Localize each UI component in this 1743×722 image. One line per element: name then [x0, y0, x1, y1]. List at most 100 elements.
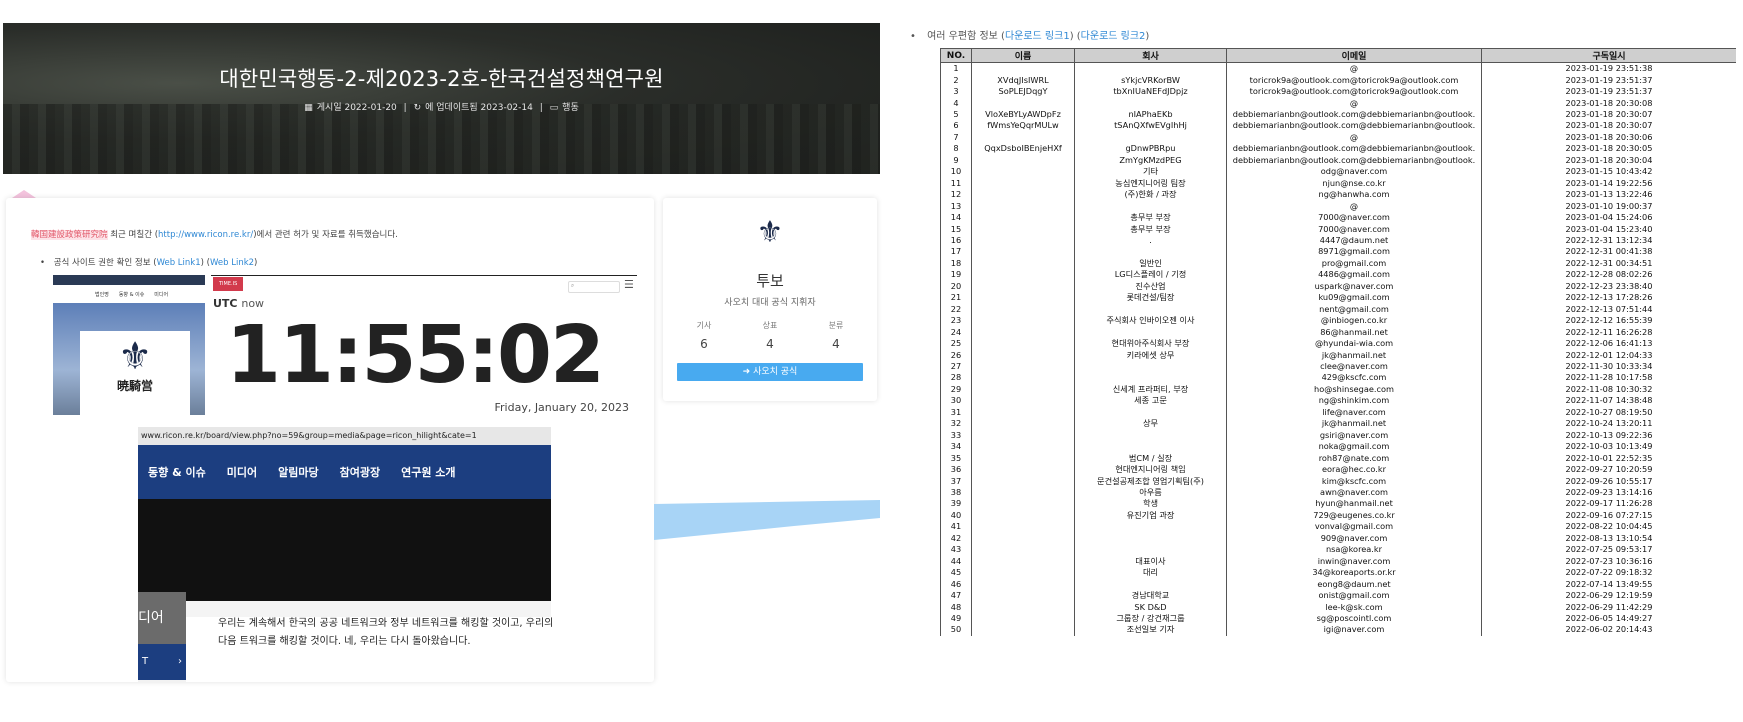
evidence-collage: 법인명 동향 & 이슈 미디어 RICON ⚜ 暁騎営 TIME.IS ⌕ ☰ …: [53, 275, 637, 682]
table-cell: [971, 349, 1075, 361]
table-cell: @: [1226, 131, 1482, 144]
author-avatar: ⚜: [756, 215, 784, 250]
table-cell: [971, 200, 1075, 212]
table-cell: ng@hanwha.com: [1226, 188, 1482, 201]
table-cell: 20: [940, 280, 972, 293]
table-cell: 40: [940, 509, 972, 522]
table-cell: 현대위아주식회사 부장: [1074, 337, 1227, 350]
author-name: 투보: [756, 272, 784, 290]
table-cell: 86@hanmail.net: [1226, 326, 1482, 338]
table-cell: njun@nse.co.kr: [1226, 177, 1482, 189]
table-row: 20 진수산업 uspark@naver.com 2022-12-23 23:38:4…: [940, 280, 1736, 293]
table-cell: ku09@gmail.com: [1226, 292, 1482, 304]
post-title: 대한민국행동-2-제2023-2호-한국건설정책연구원: [219, 67, 664, 91]
table-cell: 2022-11-30 10:33:34: [1481, 360, 1736, 373]
table-row: 9 ZmYgKMzdPEG debbiemarianbn@outlook.com@d…: [940, 154, 1736, 167]
table-cell: [1074, 406, 1227, 419]
table-cell: eong8@daum.net: [1226, 578, 1482, 590]
table-cell: 22: [940, 303, 972, 315]
table-cell: 6: [940, 120, 972, 132]
column-header: 이름: [971, 48, 1075, 63]
table-cell: 16: [940, 234, 972, 247]
table-cell: 17: [940, 246, 972, 258]
table-cell: 2022-08-13 13:10:54: [1481, 532, 1736, 545]
table-cell: 47: [940, 589, 972, 602]
ricon-board-screenshot: www.ricon.re.kr/board/view.php?no=59&gro…: [138, 427, 551, 617]
table-cell: inwin@naver.com: [1226, 555, 1482, 567]
table-cell: 유진기업 과장: [1074, 509, 1227, 522]
table-cell: 일반인: [1074, 257, 1227, 270]
table-cell: 27: [940, 360, 972, 373]
table-cell: nsa@korea.kr: [1226, 544, 1482, 556]
table-cell: [971, 337, 1075, 350]
table-row: 35 범CM / 실장 roh87@nate.com 2022-10-01 22:52…: [940, 452, 1736, 464]
table-cell: 2022-10-13 09:22:36: [1481, 429, 1736, 441]
table-cell: 2022-11-08 10:30:32: [1481, 383, 1736, 396]
table-cell: sg@poscointl.com: [1226, 612, 1482, 625]
table-cell: 29: [940, 383, 972, 396]
table-cell: 2023-01-04 15:23:40: [1481, 223, 1736, 235]
table-cell: [971, 292, 1075, 304]
table-cell: toricrok9a@outlook.com@toricrok9a@outloo…: [1226, 85, 1482, 98]
post-updated: 에 업데이트됨 2023-02-14: [425, 103, 533, 113]
ricon-link[interactable]: http://www.ricon.re.kr/: [158, 230, 253, 240]
web-link-1[interactable]: Web Link1: [157, 258, 201, 268]
table-cell: .: [1074, 234, 1227, 247]
menu-icon: ☰: [624, 278, 634, 291]
table-row: 27 clee@naver.com 2022-11-30 10:33:34: [940, 360, 1736, 373]
table-row: 11 농심엔지니어링 팀장 njun@nse.co.kr 2023-01-14 19:…: [940, 177, 1736, 189]
table-cell: 경남대학교: [1074, 589, 1227, 602]
table-cell: debbiemarianbn@outlook.com@debbiemarianb…: [1226, 143, 1482, 155]
table-header-row: NO. 이름 회사 이메일 구독일시: [940, 48, 1736, 63]
chevron-right-icon: ›: [178, 656, 182, 667]
official-button[interactable]: ➜ 사오치 공식: [677, 363, 863, 381]
table-cell: 2022-06-29 12:19:59: [1481, 589, 1736, 602]
table-cell: [1074, 303, 1227, 315]
table-cell: LG디스플레이 / 기정: [1074, 269, 1227, 281]
table-cell: @: [1226, 62, 1482, 75]
table-cell: [1074, 521, 1227, 533]
table-cell: 8971@gmail.com: [1226, 246, 1482, 258]
web-link-2[interactable]: Web Link2: [210, 258, 254, 268]
column-header: 이메일: [1226, 48, 1482, 63]
table-cell: 2023-01-18 20:30:06: [1481, 131, 1736, 144]
download-link-1[interactable]: 다운로드 링크1: [1005, 31, 1070, 42]
defacement-message: 우리는 계속해서 한국의 공공 네트워크와 정부 네트워크를 해킹할 것이고, …: [218, 618, 554, 647]
column-header: 회사: [1074, 48, 1227, 63]
forest-background: [3, 104, 880, 174]
table-cell: 44: [940, 555, 972, 567]
ricon-side-menu: 디어 T› › ›: [138, 592, 186, 682]
table-cell: 26: [940, 349, 972, 361]
table-cell: @hyundai-wia.com: [1226, 337, 1482, 350]
table-cell: 2022-08-22 10:04:45: [1481, 521, 1736, 533]
table-cell: [971, 440, 1075, 453]
table-cell: odg@naver.com: [1226, 166, 1482, 178]
table-cell: gsiri@naver.com: [1226, 429, 1482, 441]
table-cell: 35: [940, 452, 972, 464]
table-cell: 13: [940, 200, 972, 212]
table-cell: 2022-10-03 10:13:49: [1481, 440, 1736, 453]
table-cell: SoPLEJDqgY: [971, 85, 1075, 98]
post-category[interactable]: 행동: [562, 103, 579, 113]
table-cell: 9: [940, 154, 972, 167]
table-cell: [1074, 578, 1227, 590]
table-row: 10 기타 odg@naver.com 2023-01-15 10:43:42: [940, 166, 1736, 178]
column-header: NO.: [940, 48, 972, 63]
table-cell: 14: [940, 211, 972, 224]
table-cell: 909@naver.com: [1226, 532, 1482, 545]
table-cell: 세종 고문: [1074, 395, 1227, 407]
table-cell: 2023-01-18 20:30:08: [1481, 97, 1736, 109]
table-row: 33 gsiri@naver.com 2022-10-13 09:22:36: [940, 429, 1736, 441]
table-cell: 7000@naver.com: [1226, 211, 1482, 224]
table-cell: 11: [940, 177, 972, 189]
table-cell: sYkjcVRKorBW: [1074, 74, 1227, 86]
ricon-navbar: 동향 & 이슈 미디어 알림마당 참여광장 연구원 소개: [138, 445, 551, 499]
table-cell: [1074, 360, 1227, 373]
nav-item: 알림마당: [278, 466, 319, 479]
author-stats: 기사 6 상표 4 분류 4: [696, 321, 844, 351]
table-cell: @: [1226, 97, 1482, 109]
download-link-2[interactable]: 다운로드 링크2: [1081, 31, 1146, 42]
table-cell: 2023-01-13 13:22:46: [1481, 188, 1736, 201]
table-row: 15 총무부 부장 7000@naver.com 2023-01-04 15:23:4…: [940, 223, 1736, 235]
table-cell: 2022-12-12 16:55:39: [1481, 314, 1736, 327]
